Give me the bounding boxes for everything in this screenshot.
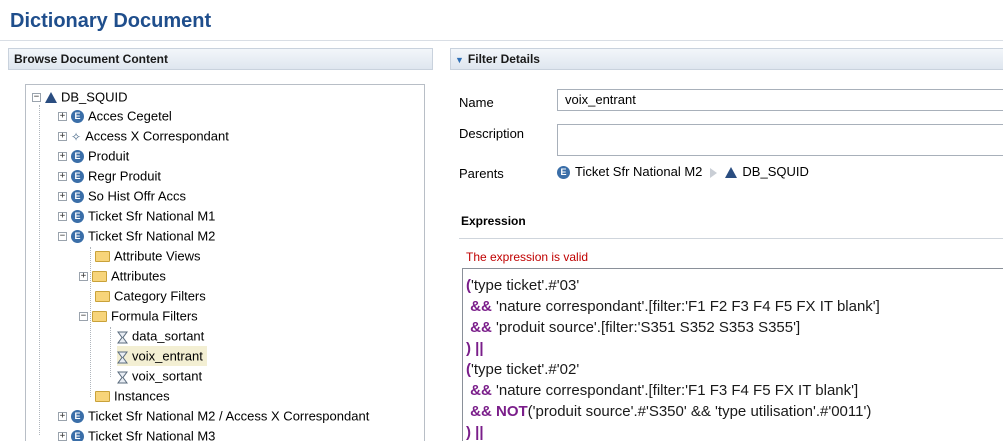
tree-node-ticket-m1[interactable]: + E Ticket Sfr National M1 [58,206,215,226]
tree-node-voix-entrant[interactable]: voix_entrant [117,346,207,366]
hourglass-icon [117,370,128,384]
expand-icon[interactable]: + [58,412,67,422]
entity-icon: E [71,170,84,184]
collapse-icon[interactable]: − [79,312,88,322]
tree-node-attributes[interactable]: + Attributes [79,266,166,286]
parent-link-ticket-m2[interactable]: Ticket Sfr National M2 [575,164,702,179]
hourglass-icon [117,350,128,364]
browse-panel-header: Browse Document Content [8,48,433,70]
expand-icon[interactable]: + [58,432,67,441]
tree-node-instances[interactable]: Instances [95,386,170,406]
tree-node-ticket-m2[interactable]: − E Ticket Sfr National M2 [58,226,215,246]
filter-details-header[interactable]: ▼ Filter Details [450,48,1003,70]
entity-icon: E [71,150,84,164]
collapse-chevron-icon[interactable]: ▼ [455,55,464,65]
collapse-icon[interactable]: − [58,232,67,242]
entity-icon: E [71,110,84,124]
expression-status: The expression is valid [466,250,589,264]
tree-node-so-hist-offr-accs[interactable]: + E So Hist Offr Accs [58,186,186,206]
relation-icon: ✧ [71,129,82,144]
entity-icon: E [71,410,84,424]
expression-title: Expression [461,214,526,228]
collapse-icon[interactable]: − [32,93,41,103]
name-label: Name [459,95,494,110]
entity-icon: E [71,210,84,224]
tree-node-ticket-m3[interactable]: + E Ticket Sfr National M3 [58,426,215,441]
entity-icon: E [557,166,570,180]
code-line: && 'nature correspondant'.[filter:'F1 F2… [466,298,880,315]
tree-node-attribute-views[interactable]: Attribute Views [95,246,200,266]
tree-node-category-filters[interactable]: Category Filters [95,286,206,306]
folder-icon [95,291,110,303]
expand-icon[interactable]: + [58,112,67,122]
parents-breadcrumb: E Ticket Sfr National M2 DB_SQUID [557,164,809,180]
folder-open-icon [92,311,107,323]
tree-node-produit[interactable]: + E Produit [58,146,129,166]
code-line: ('type ticket'.#'03' [466,277,580,294]
tree-node-root[interactable]: − DB_SQUID [32,87,127,107]
entity-icon: E [71,430,84,441]
parents-label: Parents [459,166,504,181]
hourglass-icon [117,330,128,344]
expand-icon[interactable]: + [58,172,67,182]
entity-icon: E [71,190,84,204]
breadcrumb-separator-icon [710,167,718,178]
entity-icon: E [71,230,84,244]
expand-icon[interactable]: + [58,212,67,222]
code-line: ('type ticket'.#'02' [466,361,580,378]
folder-icon [95,391,110,403]
expand-icon[interactable]: + [58,132,67,142]
tree-node-ticket-m2-access[interactable]: + E Ticket Sfr National M2 / Access X Corr… [58,406,369,426]
filter-details-title: Filter Details [467,52,540,66]
parent-link-db-squid[interactable]: DB_SQUID [742,164,808,179]
expand-icon[interactable]: + [58,152,67,162]
code-line: ) || [466,340,484,357]
tree-node-voix-sortant[interactable]: voix_sortant [117,366,202,386]
code-line: && 'nature correspondant'.[filter:'F1 F3… [466,382,859,399]
name-field[interactable]: voix_entrant [557,89,1003,111]
folder-icon [95,251,110,263]
code-line: ) || [466,424,484,441]
database-icon [725,167,738,179]
page-title: Dictionary Document [10,10,212,32]
tree-node-regr-produit[interactable]: + E Regr Produit [58,166,161,186]
tree-node-access-x-correspondant[interactable]: + ✧ Access X Correspondant [58,126,229,146]
database-icon [45,92,57,104]
expression-divider [459,238,1003,239]
document-tree[interactable]: − DB_SQUID + E Acces Cegetel + ✧ Access X Cor… [25,84,425,441]
tree-node-data-sortant[interactable]: data_sortant [117,326,204,346]
folder-icon [92,271,107,283]
description-field[interactable] [557,124,1003,156]
expression-editor[interactable]: ('type ticket'.#'03' && 'nature correspo… [462,268,1003,441]
title-divider [0,40,1003,41]
tree-node-acces-cegetel[interactable]: + E Acces Cegetel [58,106,172,126]
tree-node-formula-filters[interactable]: − Formula Filters [79,306,198,326]
expand-icon[interactable]: + [79,272,88,282]
expand-icon[interactable]: + [58,192,67,202]
description-label: Description [459,126,525,141]
code-line: && 'produit source'.[filter:'S351 S352 S… [466,319,801,336]
code-line: && NOT('produit source'.#'S350' && 'type… [466,403,872,420]
